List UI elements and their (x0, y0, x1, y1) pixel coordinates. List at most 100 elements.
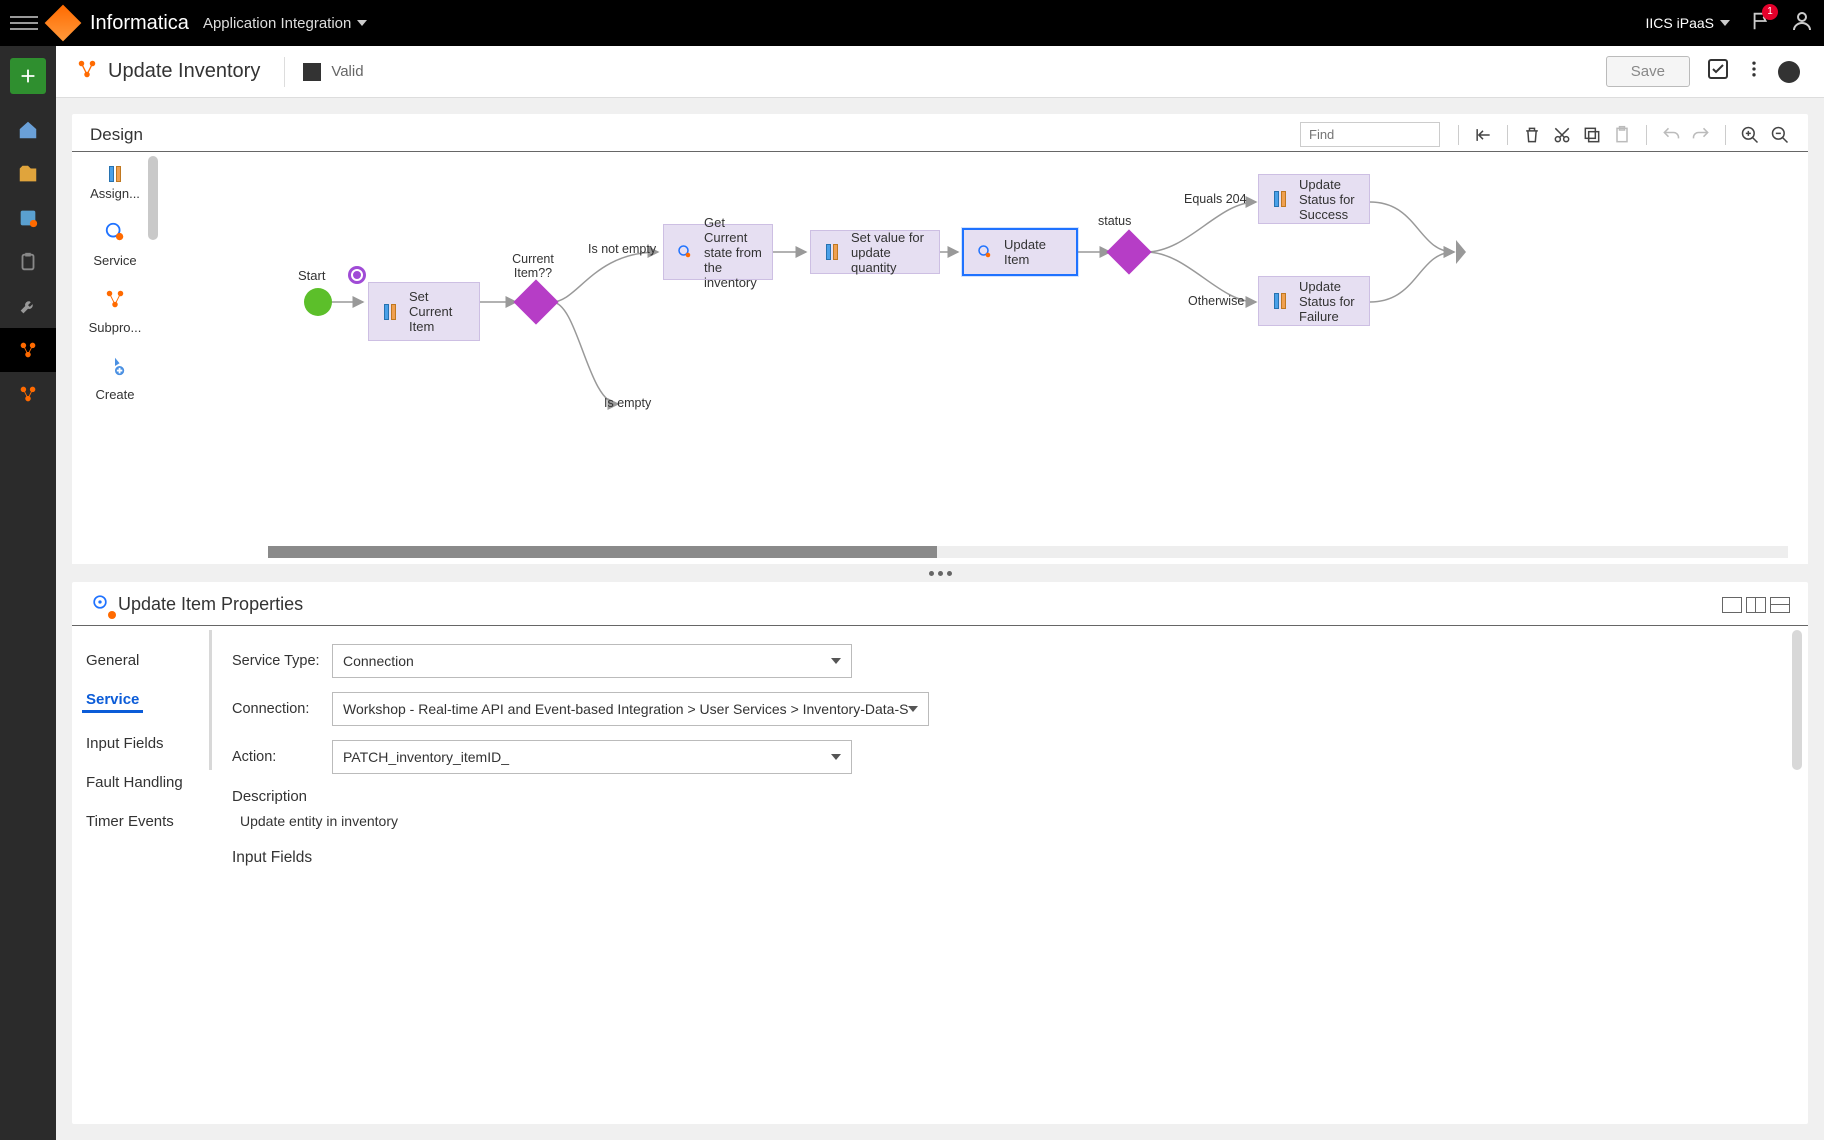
node-label: Get Current state from the inventory (704, 215, 762, 290)
timer-badge-icon (348, 266, 366, 284)
rail-processes[interactable] (0, 196, 56, 240)
connection-select[interactable]: Workshop - Real-time API and Event-based… (332, 692, 929, 726)
select-value: Workshop - Real-time API and Event-based… (343, 701, 908, 717)
tab-general[interactable]: General (82, 644, 212, 683)
gear-icon (90, 592, 110, 617)
node-label: Set value for update quantity (851, 230, 929, 275)
palette-label: Assign... (90, 186, 140, 201)
chevron-down-icon (357, 20, 367, 26)
node-set-current-item[interactable]: Set Current Item (368, 282, 480, 341)
palette-label: Subpro... (89, 320, 142, 335)
layout-split-h[interactable] (1770, 597, 1790, 613)
rail-connections-active[interactable] (0, 328, 56, 372)
palette-create[interactable]: Create (80, 351, 150, 412)
tab-input-fields[interactable]: Input Fields (82, 727, 212, 766)
node-label: Update Status for Success (1299, 177, 1359, 222)
undo-icon[interactable] (1661, 125, 1681, 145)
tenant-name: IICS iPaaS (1646, 15, 1714, 31)
design-header: Design (72, 114, 1808, 152)
properties-tabs: General Service Input Fields Fault Handl… (72, 626, 212, 1124)
service-type-select[interactable]: Connection (332, 644, 852, 678)
input-fields-section: Input Fields (232, 849, 1788, 867)
node-get-current-state[interactable]: Get Current state from the inventory (663, 224, 773, 280)
find-input[interactable] (1300, 122, 1440, 147)
gateway-label: Current Item?? (498, 252, 568, 280)
connection-label: Connection: (232, 701, 332, 717)
palette-service[interactable]: Service (80, 217, 150, 278)
gateway-status[interactable] (1106, 229, 1151, 274)
status-text: Valid (331, 63, 363, 80)
zoom-in-icon[interactable] (1740, 125, 1760, 145)
delete-icon[interactable] (1522, 125, 1542, 145)
paste-icon[interactable] (1612, 125, 1632, 145)
description-text: Update entity in inventory (240, 813, 1788, 829)
notifications-button[interactable]: 1 (1750, 10, 1772, 37)
user-menu[interactable] (1790, 9, 1814, 38)
notification-badge: 1 (1762, 4, 1778, 20)
palette-assignment[interactable]: Assign... (80, 162, 150, 211)
rail-explore[interactable] (0, 152, 56, 196)
palette: Assign... Service Subpro... Create (72, 152, 158, 564)
properties-body: General Service Input Fields Fault Handl… (72, 626, 1808, 1124)
validate-button[interactable] (1706, 57, 1730, 86)
node-set-value-qty[interactable]: Set value for update quantity (810, 230, 940, 274)
gateway-label-status: status (1098, 214, 1131, 228)
select-value: PATCH_inventory_itemID_ (343, 749, 509, 765)
edge-label-empty: Is empty (604, 396, 651, 410)
rail-clipboard[interactable] (0, 240, 56, 284)
properties-header: Update Item Properties (72, 582, 1808, 626)
canvas[interactable]: Start Set Current Item Current Item?? Is… (158, 152, 1808, 564)
zoom-out-icon[interactable] (1770, 125, 1790, 145)
chevron-down-icon (831, 754, 841, 760)
copy-icon[interactable] (1582, 125, 1602, 145)
node-label: Update Item (1004, 237, 1066, 267)
service-type-label: Service Type: (232, 653, 332, 669)
palette-label: Service (93, 253, 136, 268)
tab-service[interactable]: Service (82, 683, 143, 713)
node-update-failure[interactable]: Update Status for Failure (1258, 276, 1370, 326)
page-header: Update Inventory Valid Save (56, 46, 1824, 98)
start-label: Start (298, 268, 325, 283)
rail-home[interactable] (0, 108, 56, 152)
start-node[interactable] (304, 288, 332, 316)
content-area: Design (56, 98, 1824, 1140)
flag-icon (1750, 19, 1772, 36)
edge-label-otherwise: Otherwise (1188, 294, 1244, 308)
palette-label: Create (95, 387, 134, 402)
menu-icon[interactable] (10, 9, 38, 37)
tab-fault-handling[interactable]: Fault Handling (82, 766, 212, 805)
rail-tools[interactable] (0, 284, 56, 328)
page-title: Update Inventory (108, 60, 260, 83)
app-switcher[interactable]: Application Integration (203, 15, 367, 32)
layout-split-v[interactable] (1746, 597, 1766, 613)
chevron-down-icon (1720, 20, 1730, 26)
new-button[interactable] (10, 58, 46, 94)
rail-connections[interactable] (0, 372, 56, 416)
action-select[interactable]: PATCH_inventory_itemID_ (332, 740, 852, 774)
cut-icon[interactable] (1552, 125, 1572, 145)
layout-single[interactable] (1722, 597, 1742, 613)
tenant-switcher[interactable]: IICS iPaaS (1646, 15, 1730, 31)
palette-scrollbar[interactable] (148, 156, 158, 240)
properties-form: Service Type: Connection Connection: Wor… (212, 626, 1808, 1124)
redo-icon[interactable] (1691, 125, 1711, 145)
node-label: Set Current Item (409, 289, 469, 334)
more-menu[interactable] (1744, 57, 1764, 86)
node-label: Update Status for Failure (1299, 279, 1359, 324)
palette-subprocess[interactable]: Subpro... (80, 284, 150, 345)
node-update-item[interactable]: Update Item (962, 228, 1078, 276)
node-update-success[interactable]: Update Status for Success (1258, 174, 1370, 224)
collapse-start-icon[interactable] (1473, 125, 1493, 145)
status-indicator[interactable] (1778, 61, 1800, 83)
design-panel: Design (72, 114, 1808, 564)
tab-timer-events[interactable]: Timer Events (82, 805, 212, 844)
gateway-current-item[interactable] (513, 279, 558, 324)
left-rail (0, 46, 56, 1140)
design-body: Assign... Service Subpro... Create (72, 152, 1808, 564)
save-button[interactable]: Save (1606, 56, 1690, 87)
properties-panel: Update Item Properties General Service I… (72, 582, 1808, 1124)
panel-resize-handle[interactable] (72, 564, 1808, 582)
canvas-scrollbar[interactable] (268, 546, 1788, 558)
divider (284, 57, 285, 87)
brand-name: Informatica (90, 12, 189, 35)
